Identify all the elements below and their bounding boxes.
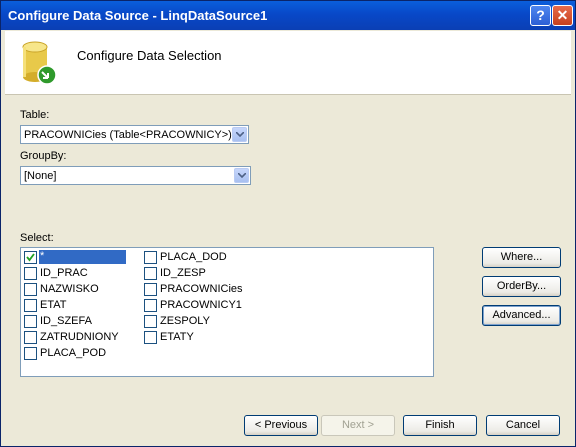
checkbox[interactable]: [24, 347, 37, 360]
checkbox[interactable]: [24, 331, 37, 344]
groupby-dropdown[interactable]: [None]: [20, 166, 251, 185]
checkbox[interactable]: [24, 299, 37, 312]
checkbox[interactable]: [144, 283, 157, 296]
wizard-header: Configure Data Selection: [5, 31, 571, 95]
checkbox[interactable]: [144, 315, 157, 328]
help-icon: ?: [536, 7, 545, 23]
checkbox[interactable]: [24, 267, 37, 280]
checkbox[interactable]: [144, 299, 157, 312]
where-button[interactable]: Where...: [482, 247, 561, 268]
next-button[interactable]: Next >: [321, 415, 395, 436]
checkbox[interactable]: [24, 315, 37, 328]
checkmark-icon: [26, 253, 35, 262]
checkbox[interactable]: [144, 251, 157, 264]
window-title: Configure Data Source - LinqDataSource1: [8, 8, 268, 23]
checkbox[interactable]: [144, 331, 157, 344]
table-label: Table:: [20, 109, 50, 121]
help-button[interactable]: ?: [530, 5, 551, 26]
finish-button[interactable]: Finish: [403, 415, 477, 436]
advanced-button[interactable]: Advanced...: [482, 305, 561, 326]
groupby-value: [None]: [24, 170, 57, 182]
table-dropdown[interactable]: PRACOWNICies (Table<PRACOWNICY>): [20, 125, 249, 144]
title-bar[interactable]: Configure Data Source - LinqDataSource1 …: [1, 1, 575, 30]
select-label: Select:: [20, 232, 54, 244]
cancel-button[interactable]: Cancel: [486, 415, 560, 436]
checkbox[interactable]: [24, 283, 37, 296]
select-fields-list[interactable]: * ID_PRAC NAZWISKO ETAT ID_SZEFA ZATRUDN…: [20, 247, 434, 377]
chevron-down-icon[interactable]: [232, 127, 247, 142]
close-button[interactable]: ✕: [552, 5, 573, 26]
checkbox[interactable]: [144, 267, 157, 280]
dialog-window: Configure Data Source - LinqDataSource1 …: [0, 0, 576, 447]
database-icon: [22, 41, 57, 85]
checkbox[interactable]: [24, 251, 37, 264]
chevron-down-icon[interactable]: [234, 168, 249, 183]
orderby-button[interactable]: OrderBy...: [482, 276, 561, 297]
table-value: PRACOWNICies (Table<PRACOWNICY>): [24, 129, 232, 141]
close-icon: ✕: [556, 7, 569, 23]
header-title: Configure Data Selection: [77, 48, 222, 63]
previous-button[interactable]: < Previous: [244, 415, 318, 436]
groupby-label: GroupBy:: [20, 150, 67, 162]
